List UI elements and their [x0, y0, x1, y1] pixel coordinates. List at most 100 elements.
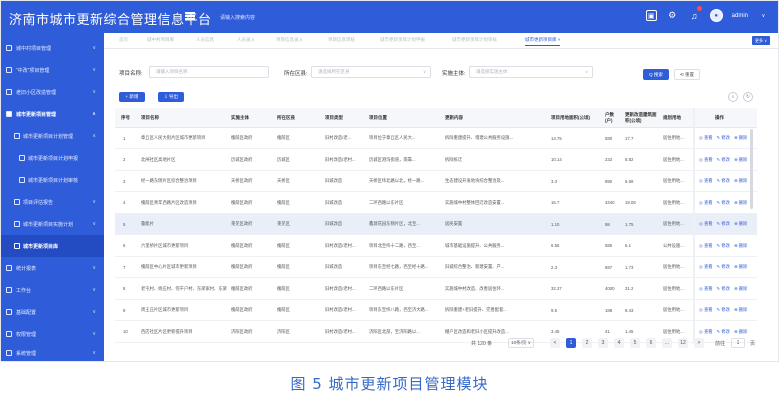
- sidebar-item-implementation-plan[interactable]: 城市更新项目实施计划 ∨: [1, 213, 104, 235]
- table-row[interactable]: 9 周王庄片区城市更新项目 槐荫区政府 槐荫区 旧村改造/老村... 项目东至纬八路，西至…: [115, 300, 757, 321]
- entity-select[interactable]: 请选择实施主体 ∨: [469, 66, 593, 78]
- cell-land-area: 6.55: [551, 243, 560, 248]
- delete-button[interactable]: ⊗ 删除: [734, 178, 747, 184]
- cell-name: 老屯村、杨庄村、何千户村、东梁家村、东梁家村...: [141, 285, 227, 291]
- sidebar-item-renovation-projects[interactable]: “中改”项目管理 ∨: [1, 59, 104, 81]
- view-button[interactable]: ◎ 查看: [699, 157, 713, 163]
- tab-plan-review[interactable]: 城市更新项目计划审核: [452, 37, 497, 43]
- table-row[interactable]: 1 章丘区人民大街片区城市更新项目 槐荫区政府 槐荫区 旧村改造/老... 项目位于章丘区…: [115, 128, 757, 149]
- sidebar-item-plan-review[interactable]: 城市更新项目计划审核: [1, 169, 104, 191]
- fullscreen-icon[interactable]: ▣: [645, 10, 657, 21]
- project-name-input[interactable]: 请输入项目名称: [149, 66, 269, 78]
- delete-button[interactable]: ⊗ 删除: [734, 286, 747, 292]
- tab-project-review[interactable]: 项目信息审核: [328, 37, 355, 43]
- table-row[interactable]: 5 鲁能片 莱芜区政府 莱芜区 旧城改造 鑫源花园东侧片区，北至... 居民安置 1.10 98…: [115, 214, 757, 235]
- view-button[interactable]: ◎ 查看: [699, 200, 713, 206]
- hamburger-menu-icon[interactable]: [185, 12, 195, 20]
- edit-button[interactable]: ✎ 修改: [717, 243, 730, 249]
- sidebar-item-project-library[interactable]: 城市更新项目库: [1, 235, 104, 257]
- tab-personnel[interactable]: 人员信息: [196, 37, 214, 43]
- tab-project-entry[interactable]: 项目信息录入: [276, 37, 303, 43]
- district-select[interactable]: 请选择所在区县 ∨: [311, 66, 431, 78]
- jump-page-input[interactable]: 1: [731, 338, 745, 348]
- edit-button[interactable]: ✎ 修改: [717, 200, 730, 206]
- col-operations: 操作: [715, 114, 724, 120]
- search-toggle-icon[interactable]: ⌕: [728, 92, 738, 102]
- bell-icon[interactable]: ♫: [688, 6, 702, 22]
- sidebar-item-plan-management[interactable]: 城市更新项目计划管理 ∧: [1, 125, 104, 147]
- tab-plan-apply[interactable]: 城市更新项目计划申报: [380, 37, 425, 43]
- prev-page-button[interactable]: <: [550, 338, 560, 348]
- tab-home[interactable]: 首页: [119, 37, 128, 43]
- chevron-down-icon[interactable]: ∨: [757, 9, 770, 22]
- page-button[interactable]: 2: [582, 338, 592, 348]
- view-button[interactable]: ◎ 查看: [699, 221, 713, 227]
- edit-button[interactable]: ✎ 修改: [717, 264, 730, 270]
- view-button[interactable]: ◎ 查看: [699, 286, 713, 292]
- sidebar-item-urban-renewal[interactable]: 城市更新项目管理 ∧: [1, 103, 104, 125]
- tab-personnel-entry[interactable]: 人员录入: [237, 37, 255, 43]
- sidebar-item-evaluation-report[interactable]: 项目评估报告 ∨: [1, 191, 104, 213]
- page-button[interactable]: 1: [566, 338, 576, 348]
- delete-button[interactable]: ⊗ 删除: [734, 221, 747, 227]
- view-button[interactable]: ◎ 查看: [699, 329, 713, 335]
- reset-button[interactable]: ⟲ 重置: [674, 69, 700, 80]
- table-row[interactable]: 7 槐荫区中心片区城市更新项目 槐荫区政府 槐荫区 旧城改造 项目东至经七路，西至经十路.…: [115, 257, 757, 278]
- page-button[interactable]: 6: [646, 338, 656, 348]
- page-button[interactable]: 4: [614, 338, 624, 348]
- delete-button[interactable]: ⊗ 删除: [734, 264, 747, 270]
- view-button[interactable]: ◎ 查看: [699, 135, 713, 141]
- table-row[interactable]: 6 六里桥片区城市更新项目 槐荫区政府 槐荫区 旧村改造/老村... 项目北至纬十二路，西…: [115, 235, 757, 257]
- delete-button[interactable]: ⊗ 删除: [734, 157, 747, 163]
- settings-icon[interactable]: ⚙: [666, 9, 679, 22]
- edit-button[interactable]: ✎ 修改: [717, 221, 730, 227]
- tab-project-library[interactable]: 城市更新项目库 ×: [525, 37, 561, 46]
- sidebar-item-plan-apply[interactable]: 城市更新项目计划申报: [1, 147, 104, 169]
- folder-icon: [6, 45, 12, 51]
- tab-village-library[interactable]: 城中村项目库: [147, 37, 174, 43]
- edit-button[interactable]: ✎ 修改: [717, 307, 730, 313]
- delete-button[interactable]: ⊗ 删除: [734, 329, 747, 335]
- search-button[interactable]: Q 搜索: [643, 69, 669, 80]
- table-row[interactable]: 4 槐荫区青年西路片区改造项目 槐荫区政府 槐荫区 旧城改造 二环西路以东片区 实施城中村整…: [115, 192, 757, 214]
- sidebar-item-system[interactable]: 系统管理 ∨: [1, 345, 104, 361]
- table-row[interactable]: 8 老屯村、杨庄村、何千户村、东梁家村、东梁家村... 槐荫区政府 槐荫区 旧村改造/老…: [115, 278, 757, 300]
- delete-button[interactable]: ⊗ 删除: [734, 243, 747, 249]
- user-name[interactable]: admin: [732, 13, 748, 19]
- sidebar-item-basic-config[interactable]: 基础配置 ∨: [1, 301, 104, 323]
- cell-households: 890: [605, 178, 613, 184]
- export-button[interactable]: ⇩ 导出: [158, 92, 184, 102]
- edit-button[interactable]: ✎ 修改: [717, 329, 730, 335]
- page-button[interactable]: 3: [598, 338, 608, 348]
- sidebar-item-statistics[interactable]: 统计报表 ∨: [1, 257, 104, 279]
- sidebar-item-village-projects[interactable]: 城中村项目管理 ∨: [1, 37, 104, 59]
- table-row[interactable]: 3 经一路东侧片区综合整治项目 天桥区政府 天桥区 旧城改造 天桥区纬北路以北，经一路..…: [115, 171, 757, 192]
- view-button[interactable]: ◎ 查看: [699, 178, 713, 184]
- avatar[interactable]: ●: [709, 9, 723, 22]
- add-button[interactable]: + 新增: [119, 92, 145, 102]
- edit-button[interactable]: ✎ 修改: [717, 135, 730, 141]
- page-button[interactable]: 12: [678, 338, 688, 348]
- sidebar-item-permissions[interactable]: 权限管理 ∨: [1, 323, 104, 345]
- table-scrollbar[interactable]: [750, 129, 753, 209]
- edit-button[interactable]: ✎ 修改: [717, 157, 730, 163]
- tab-more-button[interactable]: 更多 ∨: [752, 36, 770, 45]
- refresh-icon[interactable]: ↻: [743, 92, 753, 102]
- cell-planning: 居住用地...: [663, 264, 684, 269]
- delete-button[interactable]: ⊗ 删除: [734, 200, 747, 206]
- page-button[interactable]: 5: [630, 338, 640, 348]
- next-page-button[interactable]: >: [694, 338, 704, 348]
- delete-button[interactable]: ⊗ 删除: [734, 135, 747, 141]
- edit-button[interactable]: ✎ 修改: [717, 178, 730, 184]
- cell-district: 槐荫区: [277, 242, 290, 248]
- sidebar-item-workbench[interactable]: 工作台 ∨: [1, 279, 104, 301]
- table-row[interactable]: 2 北闸社区高地片区 历城区政府 历城区 旧村改造/老村... 历城区港沟街道，南靠...…: [115, 149, 757, 171]
- sidebar-item-old-community[interactable]: 老旧小区改造管理 ∨: [1, 81, 104, 103]
- delete-button[interactable]: ⊗ 删除: [734, 307, 747, 313]
- page-ellipsis[interactable]: ...: [662, 338, 672, 348]
- view-button[interactable]: ◎ 查看: [699, 307, 713, 313]
- view-button[interactable]: ◎ 查看: [699, 264, 713, 270]
- page-size-select[interactable]: 10条/页 ∨: [508, 338, 534, 348]
- view-button[interactable]: ◎ 查看: [699, 243, 713, 249]
- edit-button[interactable]: ✎ 修改: [717, 286, 730, 292]
